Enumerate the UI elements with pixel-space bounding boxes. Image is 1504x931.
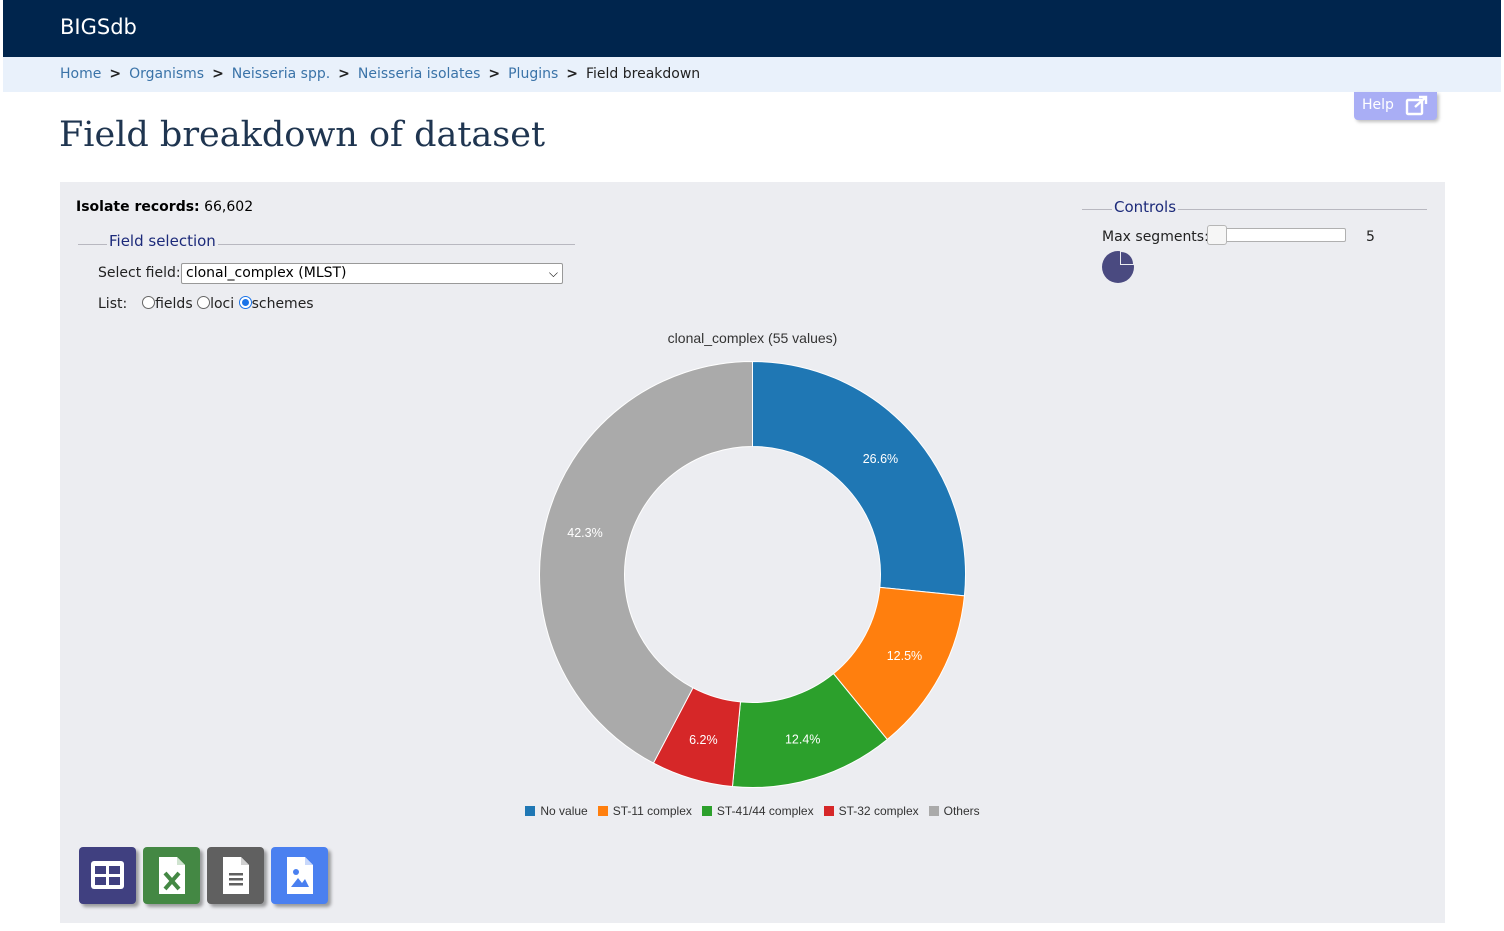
controls-legend: Controls [1112,198,1179,216]
top-header-bar: BIGSdb [3,0,1501,57]
excel-export-button[interactable] [143,847,200,904]
text-file-icon [223,857,249,894]
max-segments-slider[interactable] [1207,225,1346,245]
legend-item[interactable]: ST-11 complex [597,804,692,818]
radio-fields-label: fields [155,296,193,312]
chevron-down-icon: ⌵ [548,266,558,280]
breadcrumb-current: Field breakdown [586,66,701,82]
legend-swatch [928,806,939,816]
slice-label: 6.2% [689,733,718,747]
legend-item[interactable]: ST-32 complex [823,804,919,818]
breadcrumb-neisseria-spp[interactable]: Neisseria spp. [232,66,330,82]
legend-label: ST-41/44 complex [716,804,814,818]
legend-item[interactable]: No value [525,804,588,818]
slice-label: 42.3% [567,526,602,540]
radio-schemes[interactable] [238,296,252,309]
max-segments-label: Max segments: [1102,229,1209,245]
breadcrumb-separator: > [488,66,501,82]
legend-swatch [597,806,608,816]
breadcrumb-separator: > [566,66,578,82]
breadcrumb-plugins[interactable]: Plugins [508,66,558,82]
help-button[interactable]: Help [1354,92,1437,120]
field-select[interactable]: clonal_complex (MLST) ⌵ [181,263,563,284]
text-export-button[interactable] [207,847,264,904]
breadcrumb-separator: > [212,66,224,82]
legend-swatch [823,806,834,816]
breadcrumb-separator: > [109,66,122,82]
legend-item[interactable]: Others [928,804,980,818]
slice-label: 12.4% [785,733,820,747]
excel-icon [159,857,185,894]
field-selection-legend: Field selection [107,232,218,250]
donut-chart: 26.6% 12.5% 12.4% 6.2% 42.3% [539,360,966,788]
external-link-icon [1405,95,1428,116]
legend-label: No value [540,804,588,818]
slider-handle[interactable] [1207,225,1227,245]
field-select-value: clonal_complex (MLST) [186,265,347,281]
legend-swatch [525,806,536,816]
isolate-records-value: 66,602 [204,199,254,215]
pie-chart-icon[interactable] [1100,249,1140,285]
donut-slice[interactable] [752,360,966,597]
legend-label: Others [943,804,980,818]
radio-loci[interactable] [197,296,211,309]
breadcrumb-home[interactable]: Home [60,66,101,82]
app-brand[interactable]: BIGSdb [60,15,137,39]
legend-item[interactable]: ST-41/44 complex [701,804,814,818]
list-label: List: [98,296,128,312]
legend-label: ST-11 complex [612,804,692,818]
breadcrumb-separator: > [338,66,350,82]
chart-legend: No value ST-11 complex ST-41/44 complex ST-… [60,804,1445,818]
slice-label: 12.5% [887,649,922,663]
breakdown-panel: Isolate records: 66,602 Field selection … [60,182,1445,923]
breadcrumb: Home > Organisms > Neisseria spp. > Neisseria … [3,57,1501,92]
chart-title: clonal_complex (55 values) [667,330,838,346]
legend-label: ST-32 complex [838,804,919,818]
radio-fields[interactable] [142,296,156,309]
page-title: Field breakdown of dataset [59,115,546,155]
list-type-row: List: fields loci schemes [98,296,314,312]
table-icon [91,861,124,889]
breadcrumb-neisseria-isolates[interactable]: Neisseria isolates [358,66,480,82]
slice-label: 26.6% [863,452,898,466]
select-field-label: Select field: [98,265,181,281]
image-file-icon [287,857,313,894]
image-export-button[interactable] [271,847,328,904]
radio-loci-label: loci [210,296,235,312]
isolate-records: Isolate records: 66,602 [76,199,253,215]
help-label: Help [1362,97,1394,113]
table-export-button[interactable] [79,847,136,904]
isolate-records-label: Isolate records: [76,199,200,215]
radio-schemes-label: schemes [251,296,314,312]
breadcrumb-organisms[interactable]: Organisms [129,66,204,82]
max-segments-value: 5 [1366,229,1375,245]
legend-swatch [701,806,712,816]
